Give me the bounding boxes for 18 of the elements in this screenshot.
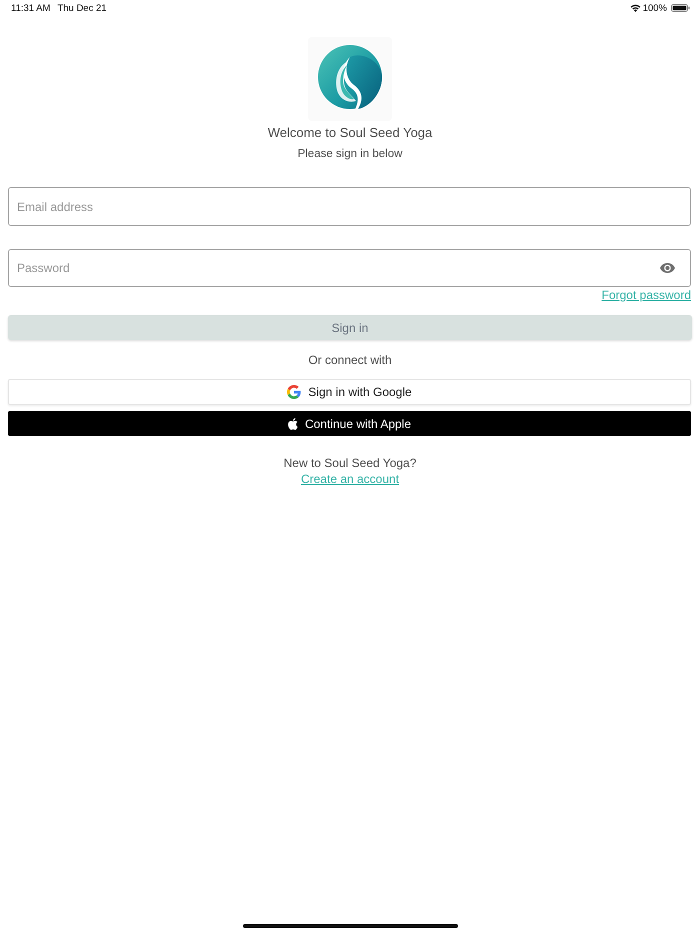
- password-field[interactable]: Password: [8, 249, 691, 287]
- google-g-icon: [287, 385, 302, 399]
- welcome-title: Welcome to Soul Seed Yoga: [268, 124, 432, 142]
- forgot-password-link[interactable]: Forgot password: [602, 287, 691, 303]
- welcome-subtitle: Please sign in below: [298, 147, 402, 162]
- status-date: Thu Dec 21: [57, 2, 107, 14]
- wifi-icon: [630, 4, 641, 12]
- eye-icon[interactable]: [660, 263, 675, 273]
- battery-icon: [671, 4, 690, 12]
- status-time: 11:31 AM: [11, 2, 50, 14]
- connect-label: Or connect with: [308, 352, 392, 368]
- google-sign-in-button[interactable]: Sign in with Google: [8, 379, 691, 405]
- email-field[interactable]: Email address: [8, 187, 691, 226]
- apple-icon: [288, 418, 298, 430]
- create-account-link[interactable]: Create an account: [300, 471, 400, 487]
- battery-percent: 100%: [642, 2, 667, 14]
- signup-prompt: New to Soul Seed Yoga?: [284, 455, 416, 471]
- apple-sign-in-button[interactable]: Continue with Apple: [8, 411, 691, 436]
